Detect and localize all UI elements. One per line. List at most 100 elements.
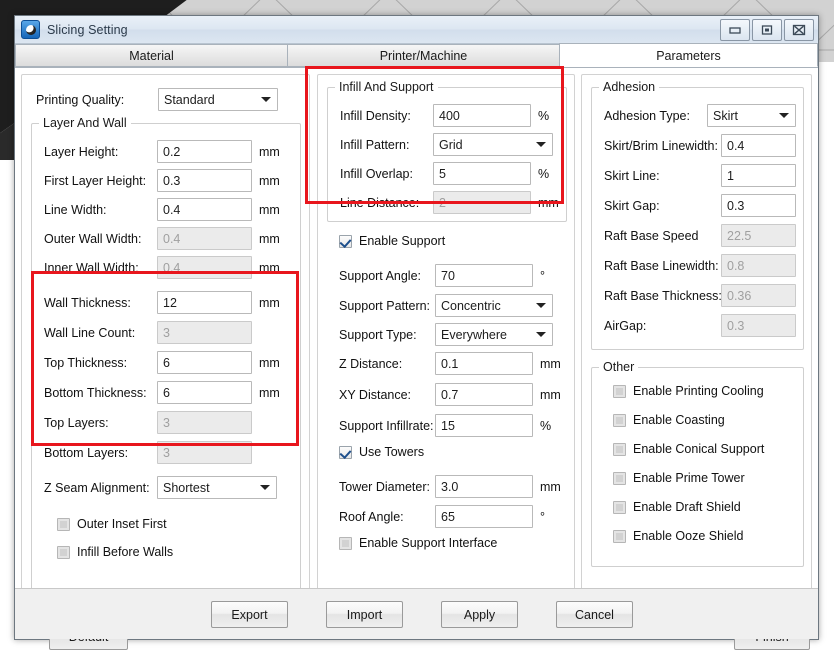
enable-coasting-label: Enable Coasting bbox=[633, 413, 725, 427]
minimize-icon[interactable] bbox=[720, 19, 750, 41]
bottom-thickness-row: Bottom Thickness: 6 mm bbox=[44, 381, 280, 404]
printing-quality-select[interactable]: Standard bbox=[158, 88, 278, 111]
checkbox-icon bbox=[613, 530, 626, 543]
printing-quality-row: Printing Quality: Standard bbox=[36, 88, 278, 111]
xy-distance-input[interactable]: 0.7 bbox=[435, 383, 533, 406]
z-seam-alignment-select[interactable]: Shortest bbox=[157, 476, 277, 499]
support-pattern-select[interactable]: Concentric bbox=[435, 294, 553, 317]
roof-angle-label: Roof Angle: bbox=[339, 510, 435, 524]
top-layers-label: Top Layers: bbox=[44, 416, 157, 430]
enable-prime-tower-checkbox[interactable]: Enable Prime Tower bbox=[613, 471, 745, 485]
skirt-gap-label: Skirt Gap: bbox=[604, 199, 721, 213]
outer-wall-width-row: Outer Wall Width: 0.4 mm bbox=[44, 227, 280, 250]
infill-before-walls-checkbox[interactable]: Infill Before Walls bbox=[57, 545, 173, 559]
layer-height-row: Layer Height: 0.2 mm bbox=[44, 140, 280, 163]
adhesion-type-select[interactable]: Skirt bbox=[707, 104, 796, 127]
outer-inset-first-checkbox[interactable]: Outer Inset First bbox=[57, 517, 167, 531]
raft-base-thickness-label: Raft Base Thickness: bbox=[604, 289, 721, 303]
maximize-icon[interactable] bbox=[752, 19, 782, 41]
infill-density-label: Infill Density: bbox=[340, 109, 433, 123]
chevron-down-icon bbox=[536, 142, 546, 147]
export-button[interactable]: Export bbox=[211, 601, 288, 628]
import-button[interactable]: Import bbox=[326, 601, 403, 628]
bottom-layers-row: Bottom Layers: 3 bbox=[44, 441, 259, 464]
top-thickness-row: Top Thickness: 6 mm bbox=[44, 351, 280, 374]
checkbox-icon bbox=[613, 414, 626, 427]
bottom-layers-input: 3 bbox=[157, 441, 252, 464]
support-angle-input[interactable]: 70 bbox=[435, 264, 533, 287]
support-infillrate-row: Support Infillrate: 15 % bbox=[339, 414, 551, 437]
bottom-thickness-unit: mm bbox=[259, 386, 280, 400]
enable-conical-support-checkbox[interactable]: Enable Conical Support bbox=[613, 442, 764, 456]
z-distance-label: Z Distance: bbox=[339, 357, 435, 371]
line-distance-input: 2 bbox=[433, 191, 531, 214]
enable-draft-shield-checkbox[interactable]: Enable Draft Shield bbox=[613, 500, 741, 514]
enable-printing-cooling-checkbox[interactable]: Enable Printing Cooling bbox=[613, 384, 764, 398]
z-seam-alignment-value: Shortest bbox=[163, 481, 210, 495]
skirt-brim-linewidth-label: Skirt/Brim Linewidth: bbox=[604, 139, 721, 153]
layer-height-input[interactable]: 0.2 bbox=[157, 140, 252, 163]
skirt-line-input[interactable]: 1 bbox=[721, 164, 796, 187]
support-infillrate-unit: % bbox=[540, 419, 551, 433]
inner-wall-width-input: 0.4 bbox=[157, 256, 252, 279]
tab-strip: Material Printer/Machine Parameters bbox=[15, 44, 818, 68]
infill-density-unit: % bbox=[538, 109, 549, 123]
infill-density-input[interactable]: 400 bbox=[433, 104, 531, 127]
raft-base-speed-input: 22.5 bbox=[721, 224, 796, 247]
first-layer-height-input[interactable]: 0.3 bbox=[157, 169, 252, 192]
adhesion-group: Adhesion Adhesion Type: Skirt Skirt/Brim… bbox=[591, 87, 804, 350]
apply-button[interactable]: Apply bbox=[441, 601, 518, 628]
enable-ooze-shield-checkbox[interactable]: Enable Ooze Shield bbox=[613, 529, 744, 543]
layer-and-wall-group: Layer And Wall Layer Height: 0.2 mm Firs… bbox=[31, 123, 301, 599]
line-distance-row: Line Distance: 2 mm bbox=[340, 191, 559, 214]
bottom-thickness-label: Bottom Thickness: bbox=[44, 386, 157, 400]
sphere-icon bbox=[21, 20, 40, 39]
tower-diameter-input[interactable]: 3.0 bbox=[435, 475, 533, 498]
wall-thickness-input[interactable]: 12 bbox=[157, 291, 252, 314]
bottom-thickness-input[interactable]: 6 bbox=[157, 381, 252, 404]
chevron-down-icon bbox=[536, 332, 546, 337]
wall-thickness-unit: mm bbox=[259, 296, 280, 310]
use-towers-checkbox[interactable]: Use Towers bbox=[339, 445, 424, 459]
xy-distance-unit: mm bbox=[540, 388, 561, 402]
adhesion-type-value: Skirt bbox=[713, 109, 738, 123]
cancel-button[interactable]: Cancel bbox=[556, 601, 633, 628]
roof-angle-input[interactable]: 65 bbox=[435, 505, 533, 528]
infill-pattern-select[interactable]: Grid bbox=[433, 133, 553, 156]
screen: Slicing Setting Material Printer/Machine… bbox=[0, 0, 834, 646]
infill-overlap-input[interactable]: 5 bbox=[433, 162, 531, 185]
raft-base-speed-row: Raft Base Speed 22.5 bbox=[604, 224, 796, 247]
support-type-label: Support Type: bbox=[339, 328, 435, 342]
first-layer-height-label: First Layer Height: bbox=[44, 174, 157, 188]
wall-line-count-input: 3 bbox=[157, 321, 252, 344]
checkbox-icon bbox=[57, 546, 70, 559]
z-distance-row: Z Distance: 0.1 mm bbox=[339, 352, 561, 375]
z-distance-input[interactable]: 0.1 bbox=[435, 352, 533, 375]
skirt-brim-linewidth-row: Skirt/Brim Linewidth: 0.4 bbox=[604, 134, 796, 157]
tab-printer-machine[interactable]: Printer/Machine bbox=[287, 44, 560, 67]
support-type-select[interactable]: Everywhere bbox=[435, 323, 553, 346]
tab-parameters[interactable]: Parameters bbox=[559, 43, 818, 67]
line-width-row: Line Width: 0.4 mm bbox=[44, 198, 280, 221]
infill-overlap-label: Infill Overlap: bbox=[340, 167, 433, 181]
wall-thickness-label: Wall Thickness: bbox=[44, 296, 157, 310]
skirt-gap-input[interactable]: 0.3 bbox=[721, 194, 796, 217]
tab-material[interactable]: Material bbox=[15, 44, 288, 67]
support-infillrate-label: Support Infillrate: bbox=[339, 419, 435, 433]
adhesion-type-label: Adhesion Type: bbox=[604, 109, 707, 123]
printing-quality-label: Printing Quality: bbox=[36, 93, 158, 107]
tower-diameter-label: Tower Diameter: bbox=[339, 480, 435, 494]
enable-coasting-checkbox[interactable]: Enable Coasting bbox=[613, 413, 725, 427]
enable-support-checkbox[interactable]: Enable Support bbox=[339, 234, 445, 248]
enable-support-interface-checkbox[interactable]: Enable Support Interface bbox=[339, 536, 497, 550]
support-infillrate-input[interactable]: 15 bbox=[435, 414, 533, 437]
skirt-brim-linewidth-input[interactable]: 0.4 bbox=[721, 134, 796, 157]
checkbox-icon bbox=[613, 443, 626, 456]
enable-printing-cooling-label: Enable Printing Cooling bbox=[633, 384, 764, 398]
top-thickness-unit: mm bbox=[259, 356, 280, 370]
line-width-input[interactable]: 0.4 bbox=[157, 198, 252, 221]
top-thickness-input[interactable]: 6 bbox=[157, 351, 252, 374]
inner-wall-width-unit: mm bbox=[259, 261, 280, 275]
checkbox-icon bbox=[339, 446, 352, 459]
close-icon[interactable] bbox=[784, 19, 814, 41]
